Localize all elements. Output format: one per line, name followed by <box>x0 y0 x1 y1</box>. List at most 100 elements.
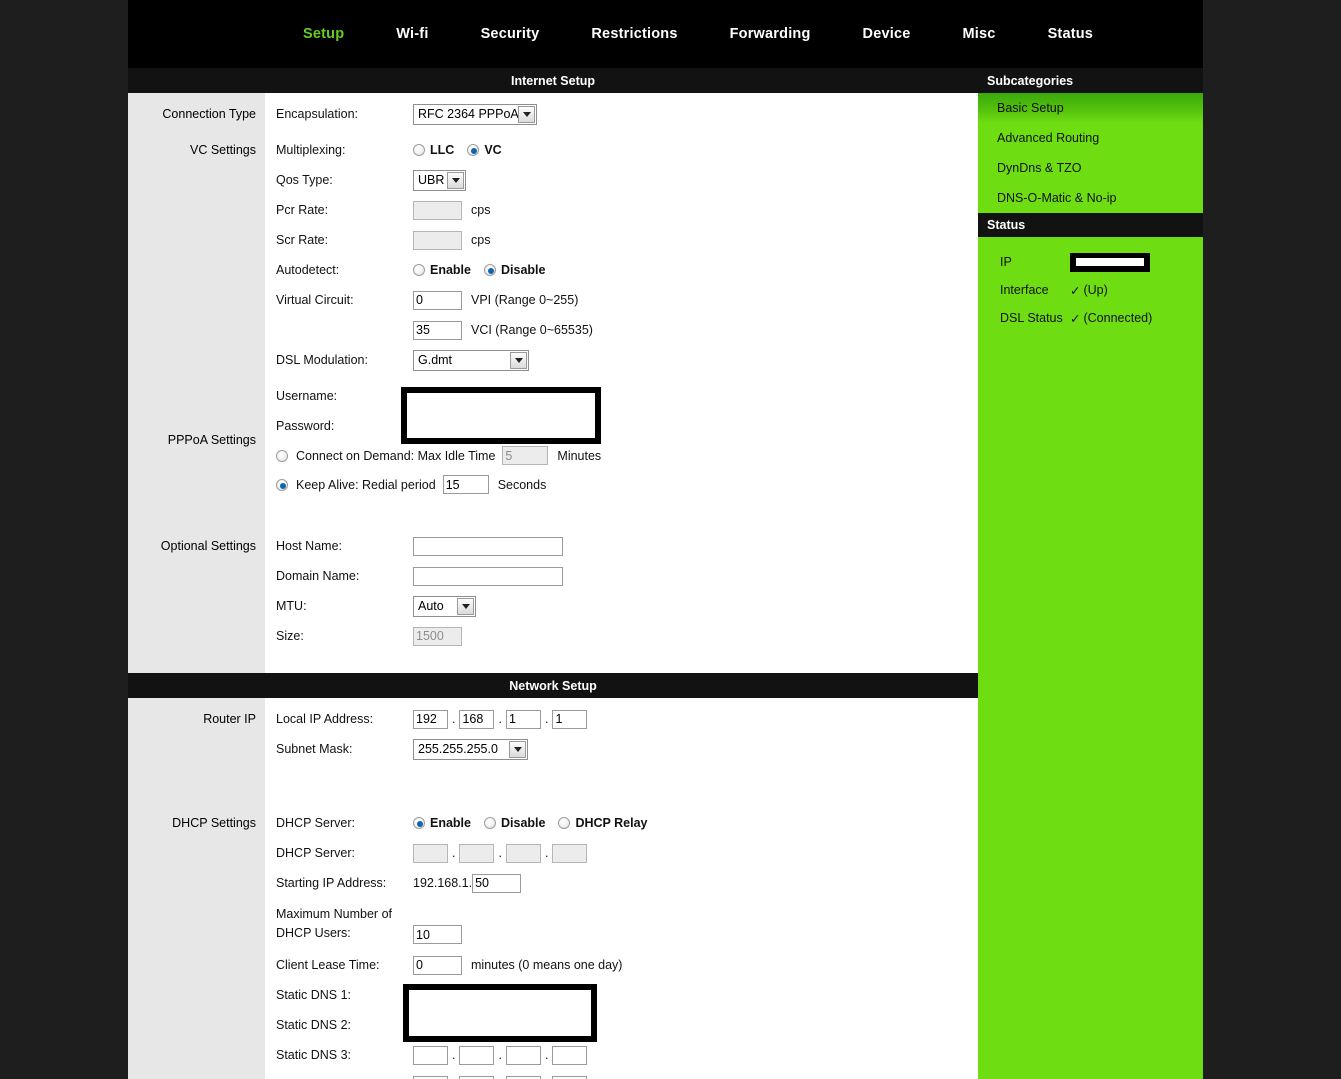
static-dns-3-octet-4[interactable] <box>552 1045 588 1065</box>
subnet-mask-label: Subnet Mask: <box>276 742 353 756</box>
redial-period-input[interactable] <box>442 475 489 494</box>
pcr-rate-control: cps <box>413 200 490 220</box>
chevron-down-icon <box>447 171 464 189</box>
encapsulation-select[interactable]: RFC 2364 PPPoA <box>413 103 537 125</box>
radio-icon <box>276 449 288 462</box>
static-dns-3-octet-2[interactable] <box>459 1045 495 1065</box>
host-name-input[interactable] <box>413 536 563 556</box>
local-ip-octet-2[interactable] <box>459 709 495 729</box>
connect-on-demand-row[interactable]: Connect on Demand: Max Idle Time Minutes <box>276 441 978 470</box>
max-dhcp-users-input[interactable] <box>413 925 462 944</box>
nav-tab-restrictions[interactable]: Restrictions <box>591 26 677 42</box>
ip-redaction-bar <box>1070 252 1150 272</box>
scr-rate-input[interactable] <box>413 230 462 250</box>
static-dns-3-octet-3[interactable] <box>505 1045 541 1065</box>
sidebar-item-advanced-routing[interactable]: Advanced Routing <box>978 123 1203 153</box>
radio-icon <box>413 144 425 156</box>
dsl-modulation-value: G.dmt <box>418 353 453 367</box>
static-dns-3-octets: . . . <box>413 1045 588 1065</box>
static-dns-4-octet-3[interactable] <box>505 1075 541 1079</box>
nav-tab-wifi[interactable]: Wi-fi <box>396 26 428 42</box>
subnet-mask-row: Subnet Mask: 255.255.255.0 <box>276 734 978 764</box>
section-header-row: Internet Setup Subcategories <box>128 68 1203 93</box>
multiplexing-option-vc[interactable]: VC <box>467 143 502 157</box>
nav-tab-status[interactable]: Status <box>1048 26 1094 42</box>
sidebar-item-dyndns-tzo[interactable]: DynDns & TZO <box>978 153 1203 183</box>
nav-tab-forwarding[interactable]: Forwarding <box>730 26 811 42</box>
starting-ip-row: Starting IP Address: 192.168.1. <box>276 868 978 898</box>
autodetect-option-disable[interactable]: Disable <box>484 263 545 277</box>
pcr-rate-input[interactable] <box>413 200 462 220</box>
nav-tab-misc[interactable]: Misc <box>963 26 996 42</box>
autodetect-option-enable[interactable]: Enable <box>413 263 471 277</box>
radio-icon <box>484 817 496 829</box>
sidebar-status-header: Status <box>978 213 1203 237</box>
qos-type-select[interactable]: UBR <box>413 169 466 191</box>
dhcp-server-ip-octet-2[interactable] <box>459 843 495 863</box>
status-dsl-label: DSL Status <box>1000 311 1063 325</box>
qos-type-value: UBR <box>418 173 445 187</box>
sidebar-item-basic-setup[interactable]: Basic Setup <box>978 93 1203 123</box>
local-ip-label: Local IP Address: <box>276 712 374 726</box>
nav-tab-security[interactable]: Security <box>481 26 540 42</box>
dhcp-mode-option-disable[interactable]: Disable <box>484 816 545 830</box>
dsl-modulation-select[interactable]: G.dmt <box>413 349 529 371</box>
local-ip-octet-3[interactable] <box>505 709 541 729</box>
vpi-input[interactable] <box>413 290 462 310</box>
max-dhcp-users-label: Maximum Number of DHCP Users: <box>276 905 413 943</box>
redial-period-unit: Seconds <box>497 477 547 492</box>
sidebar: Basic Setup Advanced Routing DynDns & TZ… <box>978 93 1203 1079</box>
gutter-vc-settings: VC Settings <box>128 129 265 375</box>
keep-alive-label: Keep Alive: Redial period <box>296 477 436 492</box>
subcategories-header: Subcategories <box>978 68 1203 93</box>
dhcp-mode-option-relay[interactable]: DHCP Relay <box>558 816 648 830</box>
mtu-select[interactable]: Auto <box>413 595 476 617</box>
local-ip-octets: . . . <box>413 709 588 729</box>
status-interface-value: ✓ (Up) <box>1070 283 1108 298</box>
octet-separator: . <box>498 1048 502 1062</box>
multiplexing-option-llc[interactable]: LLC <box>413 143 454 157</box>
gutter-optional-settings: Optional Settings <box>128 525 265 673</box>
client-lease-time-row: Client Lease Time: minutes (0 means one … <box>276 950 978 980</box>
autodetect-row: Autodetect: Enable Disable <box>276 255 978 285</box>
dhcp-server-ip-octet-1[interactable] <box>413 843 448 863</box>
nav-tab-setup[interactable]: Setup <box>303 26 344 42</box>
domain-name-label: Domain Name: <box>276 569 360 583</box>
static-dns-4-octet-4[interactable] <box>552 1075 588 1079</box>
octet-separator: . <box>498 846 502 860</box>
local-ip-octet-1[interactable] <box>413 709 448 729</box>
starting-ip-input[interactable] <box>472 873 522 893</box>
max-dhcp-users-control <box>413 925 462 950</box>
domain-name-input[interactable] <box>413 566 563 586</box>
dhcp-mode-option-enable[interactable]: Enable <box>413 816 471 830</box>
vci-hint: VCI (Range 0~65535) <box>471 323 593 337</box>
static-dns-4-octet-2[interactable] <box>459 1075 495 1079</box>
router-ip-fields: Local IP Address: . . . <box>265 698 978 802</box>
max-idle-time-input[interactable] <box>502 446 549 465</box>
chevron-down-icon <box>509 740 526 758</box>
check-icon: ✓ <box>1070 283 1081 298</box>
optional-settings-fields: Host Name: Domain Name: MTU: Auto Size: … <box>265 525 978 673</box>
static-dns-3-octet-1[interactable] <box>413 1045 448 1065</box>
local-ip-octet-4[interactable] <box>552 709 588 729</box>
keep-alive-row[interactable]: Keep Alive: Redial period Seconds <box>276 470 978 499</box>
dhcp-server-ip-octet-4[interactable] <box>552 843 588 863</box>
radio-icon <box>558 817 571 829</box>
dhcp-server-ip-octet-3[interactable] <box>505 843 541 863</box>
nav-tab-device[interactable]: Device <box>863 26 911 42</box>
multiplexing-row: Multiplexing: LLC VC <box>276 135 978 165</box>
encapsulation-row: Encapsulation: RFC 2364 PPPoA <box>276 99 978 129</box>
vci-input[interactable] <box>413 320 462 340</box>
max-dhcp-users-label-line2: DHCP Users: <box>276 926 351 940</box>
autodetect-option-disable-label: Disable <box>501 263 546 277</box>
chevron-down-icon <box>510 351 527 369</box>
size-row: Size: <box>276 621 978 651</box>
static-dns-4-octet-1[interactable] <box>413 1075 448 1079</box>
gutter-router-ip: Router IP <box>128 698 265 802</box>
check-icon: ✓ <box>1070 311 1081 326</box>
octet-separator: . <box>544 1048 549 1062</box>
status-dsl-text: (Connected) <box>1083 311 1153 325</box>
subnet-mask-select[interactable]: 255.255.255.0 <box>413 738 528 760</box>
sidebar-item-dns-o-matic-no-ip[interactable]: DNS-O-Matic & No-ip <box>978 183 1203 213</box>
client-lease-time-input[interactable] <box>413 955 462 975</box>
